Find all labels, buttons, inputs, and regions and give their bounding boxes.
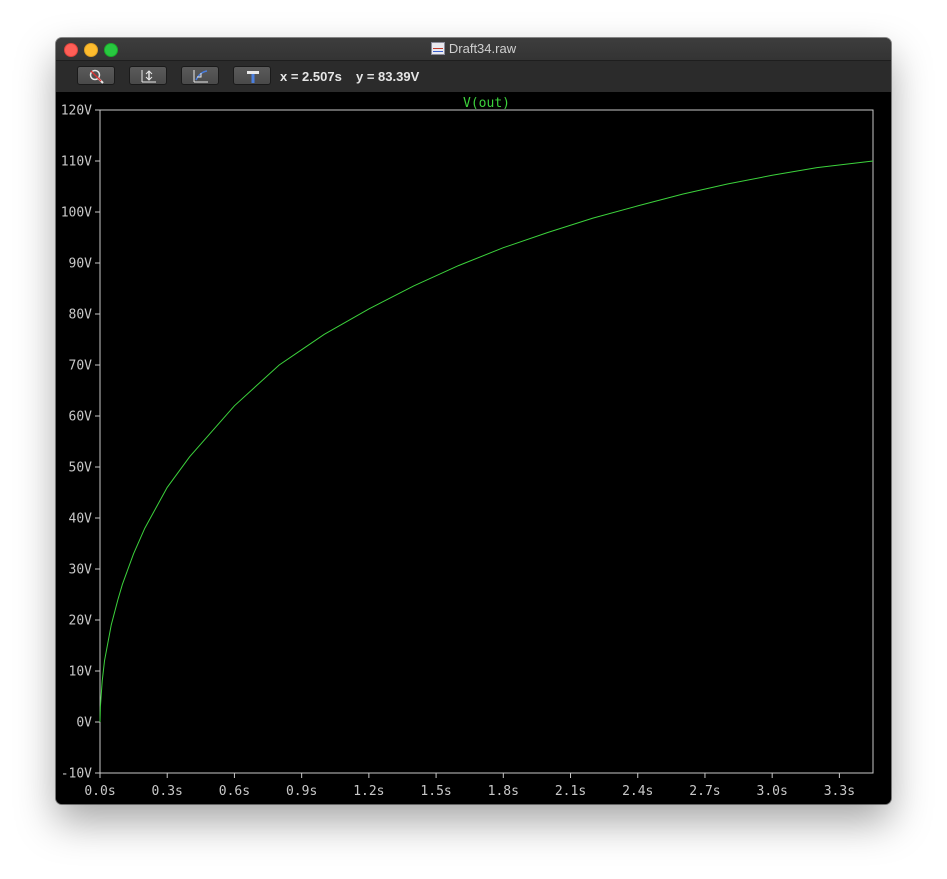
y-tick-label: 30V — [69, 563, 93, 578]
plot-frame — [99, 109, 874, 774]
plot-window: Draft34.raw x = 2.507s y = 83.39V V(out)… — [56, 38, 891, 804]
window-title: Draft34.raw — [56, 41, 891, 56]
pan-button[interactable] — [181, 66, 219, 85]
zoom-button[interactable] — [77, 66, 115, 85]
y-tick-label: 50V — [69, 461, 93, 476]
y-tick-label: 80V — [69, 308, 93, 323]
x-tick-label: 0.3s — [152, 784, 183, 799]
chart-title: V(out) — [463, 96, 510, 111]
x-tick-label: 3.3s — [824, 784, 855, 799]
window-title-text: Draft34.raw — [448, 41, 517, 56]
toolbar: x = 2.507s y = 83.39V — [56, 61, 891, 92]
x-tick-label: 1.5s — [420, 784, 451, 799]
y-tick-label: -10V — [61, 767, 92, 782]
x-tick-label: 0.9s — [286, 784, 317, 799]
y-tick-label: 120V — [61, 104, 92, 119]
waveform-chart[interactable]: V(out) -10V 0V 10V 20V 30V 40V 50V 60V 70V 80V 90V 1… — [56, 92, 891, 804]
series-line-vout[interactable] — [99, 160, 874, 723]
cursor-x-readout: x = 2.507s — [280, 69, 342, 84]
x-tick-label: 1.8s — [488, 784, 519, 799]
y-tick-label: 60V — [69, 410, 93, 425]
probe-button[interactable] — [233, 66, 271, 85]
pan-icon — [193, 70, 208, 83]
autorange-icon — [141, 70, 156, 83]
y-tick-label: 40V — [69, 512, 93, 527]
y-tick-label: 110V — [61, 155, 92, 170]
y-tick-label: 70V — [69, 359, 93, 374]
waveform-file-icon — [430, 42, 445, 55]
y-tick-label: 10V — [69, 665, 93, 680]
cursor-y-readout: y = 83.39V — [356, 69, 420, 84]
x-tick-label: 2.1s — [555, 784, 586, 799]
autorange-button[interactable] — [129, 66, 167, 85]
x-tick-label: 0.0s — [84, 784, 115, 799]
y-tick-label: 90V — [69, 257, 93, 272]
plot-area[interactable]: V(out) -10V 0V 10V 20V 30V 40V 50V 60V 70V 80V 90V 1… — [56, 92, 891, 804]
y-tick-label: 100V — [61, 206, 92, 221]
y-tick-label: 20V — [69, 614, 93, 629]
zoom-magnifier-icon — [89, 69, 104, 84]
probe-hammer-icon — [247, 71, 259, 83]
y-tick-label: 0V — [76, 716, 92, 731]
title-bar[interactable]: Draft34.raw — [56, 38, 891, 61]
x-tick-label: 2.4s — [622, 784, 653, 799]
x-tick-label: 2.7s — [689, 784, 720, 799]
x-tick-label: 0.6s — [219, 784, 250, 799]
x-tick-label: 1.2s — [353, 784, 384, 799]
x-tick-label: 3.0s — [757, 784, 788, 799]
